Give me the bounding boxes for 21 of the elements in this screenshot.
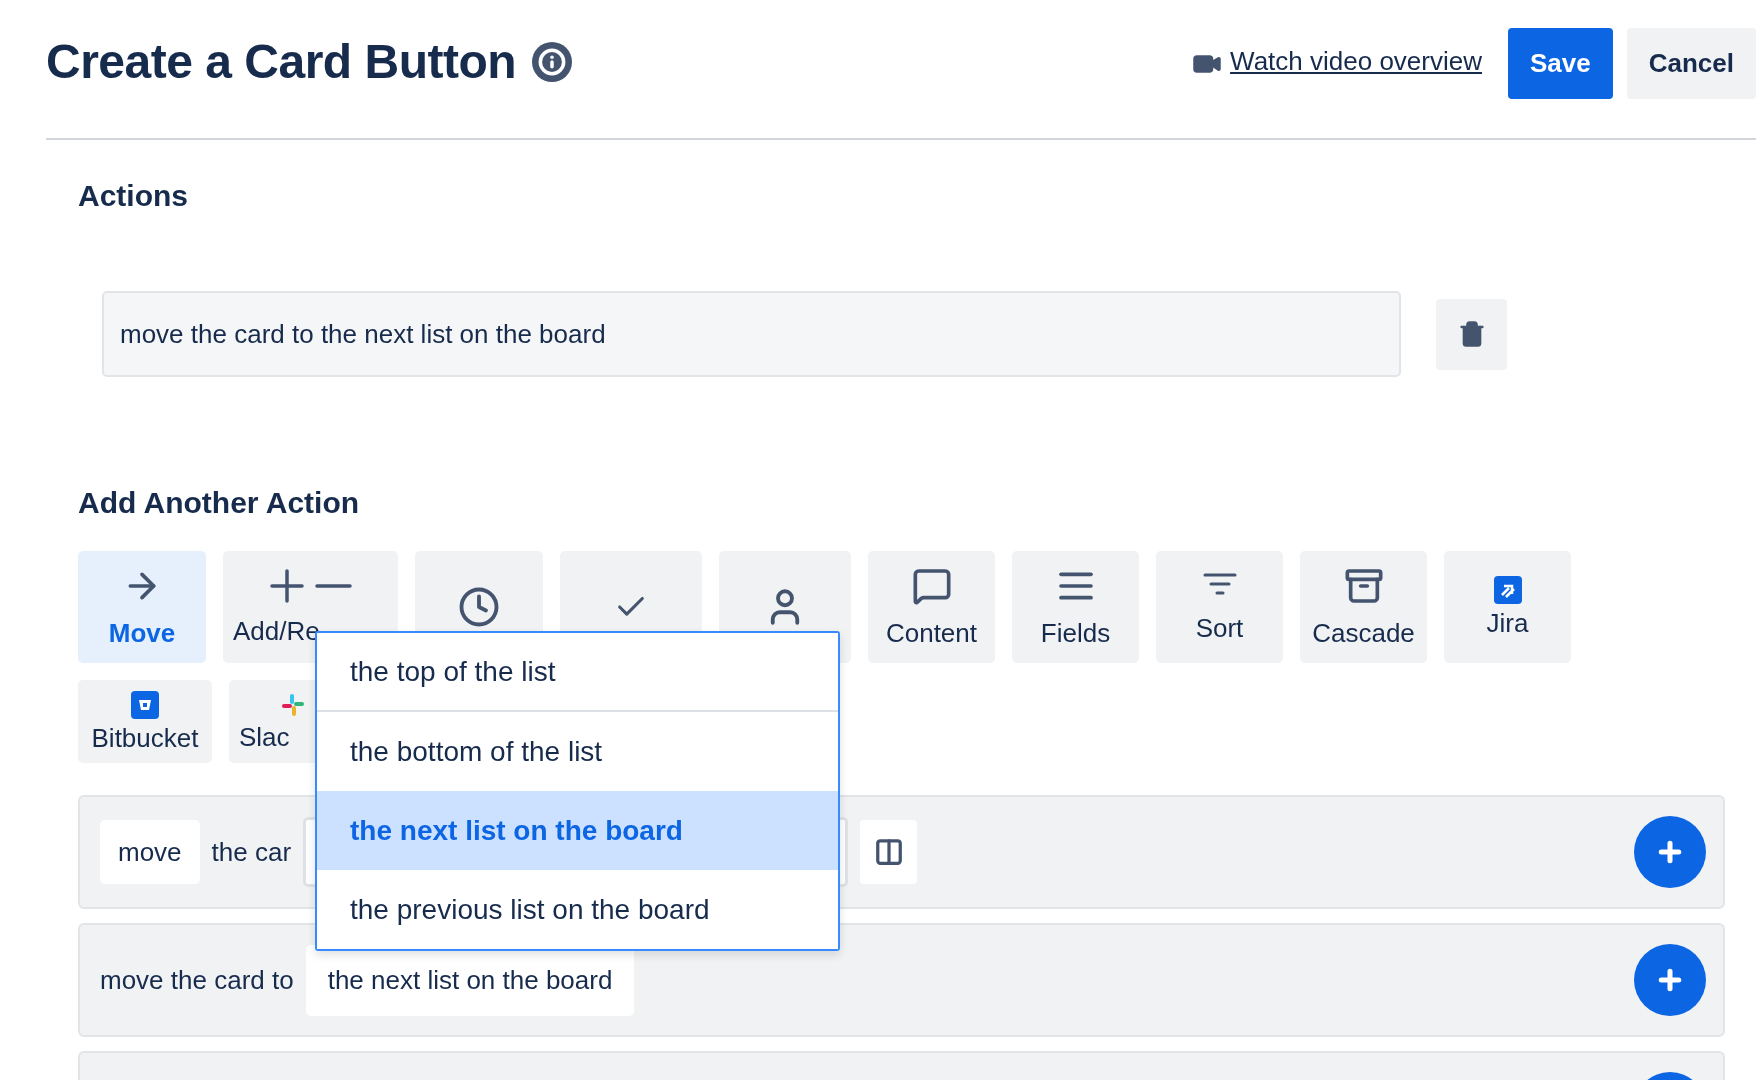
action-category-tile[interactable]: Content [868, 551, 995, 663]
page-title: Create a Card Button [46, 34, 517, 90]
save-button[interactable]: Save [1508, 28, 1613, 99]
action-field[interactable]: move the card to the next list on the board [102, 291, 1401, 377]
action-category-tile[interactable]: Move [78, 551, 206, 663]
dropdown-option[interactable]: the previous list on the board [317, 870, 838, 949]
dropdown-option[interactable]: the bottom of the list [317, 712, 838, 791]
action-category-tile[interactable]: Sort [1156, 551, 1283, 663]
section-heading: Actions [78, 178, 189, 214]
section-heading: Add Another Action [78, 485, 361, 521]
dropdown-option[interactable]: the next list on the board [317, 791, 838, 870]
action-category-tile[interactable]: Cascade [1300, 551, 1427, 663]
dropdown-option[interactable]: the top of the list [317, 633, 838, 712]
option-chip[interactable]: move [100, 820, 200, 884]
row-text: the car [211, 836, 292, 868]
cancel-button[interactable]: Cancel [1626, 28, 1756, 99]
row-text: move the card to [100, 964, 294, 996]
video-link[interactable]: Watch video overview [1230, 46, 1482, 77]
action-category-tile[interactable]: Bitbucket [78, 680, 212, 763]
action-category-tile[interactable]: Jira [1444, 551, 1571, 663]
action-category-tile[interactable]: Fields [1012, 551, 1139, 663]
